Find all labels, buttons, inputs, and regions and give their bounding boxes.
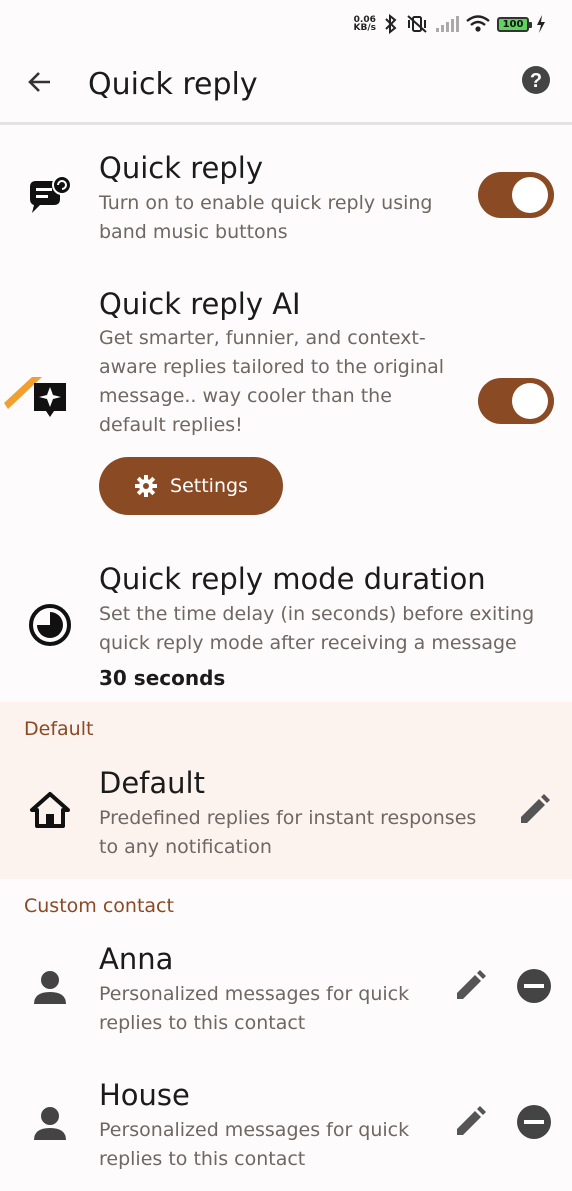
default-reply-subtitle: Predefined replies for instant responses… [99, 807, 477, 858]
contact-name: Anna [99, 942, 174, 976]
battery-icon: 100 [497, 16, 532, 32]
edit-icon[interactable] [450, 966, 490, 1006]
duration-subtitle: Set the time delay (in seconds) before e… [99, 603, 535, 654]
remove-icon[interactable] [514, 966, 554, 1006]
ai-settings-button[interactable]: Settings [99, 457, 283, 515]
quick-reply-row[interactable]: Quick reply Turn on to enable quick repl… [0, 145, 572, 255]
person-icon [34, 971, 66, 1004]
quick-reply-toggle[interactable] [478, 172, 554, 218]
network-speed-unit: KB/s [353, 23, 376, 33]
back-arrow-icon[interactable] [24, 66, 56, 98]
edit-icon[interactable] [514, 790, 554, 830]
vibrate-icon [407, 15, 427, 33]
bluetooth-icon [385, 14, 397, 34]
contact-name: House [99, 1078, 190, 1112]
edit-icon[interactable] [450, 1102, 490, 1142]
app-bar: Quick reply ? [0, 52, 572, 124]
default-reply-title: Default [99, 766, 205, 800]
battery-level: 100 [502, 18, 524, 30]
quick-reply-ai-toggle[interactable] [478, 378, 554, 424]
quick-reply-ai-title: Quick reply AI [99, 287, 301, 321]
contact-subtitle: Personalized messages for quick replies … [99, 983, 410, 1034]
duration-row[interactable]: Quick reply mode duration Set the time d… [0, 555, 572, 700]
custom-section-header: Custom contact [24, 895, 174, 917]
quick-reply-ai-subtitle: Get smarter, funnier, and context-aware … [99, 327, 445, 436]
toggle-knob [512, 383, 548, 419]
contact-row[interactable]: Anna Personalized messages for quick rep… [0, 936, 572, 1046]
remove-icon[interactable] [514, 1102, 554, 1142]
default-section-header: Default [24, 718, 94, 740]
app-bar-divider [0, 122, 572, 125]
contact-row[interactable]: House Personalized messages for quick re… [0, 1072, 572, 1182]
quick-reply-chat-icon [30, 175, 72, 213]
status-bar: 0.06 KB/s 100 [0, 0, 572, 50]
status-icons: 0.06 KB/s 100 [354, 14, 546, 34]
person-icon [34, 1107, 66, 1140]
ai-settings-label: Settings [170, 475, 248, 497]
network-speed: 0.06 KB/s [353, 16, 376, 33]
quick-reply-ai-row[interactable]: Quick reply AI Get smarter, funnier, and… [0, 283, 572, 443]
timer-icon [29, 604, 71, 646]
signal-icon [436, 16, 459, 32]
charging-icon [537, 15, 545, 33]
gear-icon [135, 475, 158, 497]
help-icon[interactable]: ? [520, 64, 552, 96]
svg-text:?: ? [530, 70, 542, 92]
wifi-icon [466, 15, 490, 32]
ai-sparkle-icon [34, 383, 66, 417]
duration-title: Quick reply mode duration [99, 562, 486, 596]
quick-reply-title: Quick reply [99, 151, 263, 185]
duration-value: 30 seconds [99, 666, 226, 690]
home-icon [30, 792, 70, 828]
contact-subtitle: Personalized messages for quick replies … [99, 1119, 410, 1170]
default-reply-row[interactable]: Default Predefined replies for instant r… [0, 760, 572, 870]
page-title: Quick reply [88, 67, 258, 102]
toggle-knob [512, 177, 548, 213]
quick-reply-subtitle: Turn on to enable quick reply using band… [99, 192, 433, 243]
